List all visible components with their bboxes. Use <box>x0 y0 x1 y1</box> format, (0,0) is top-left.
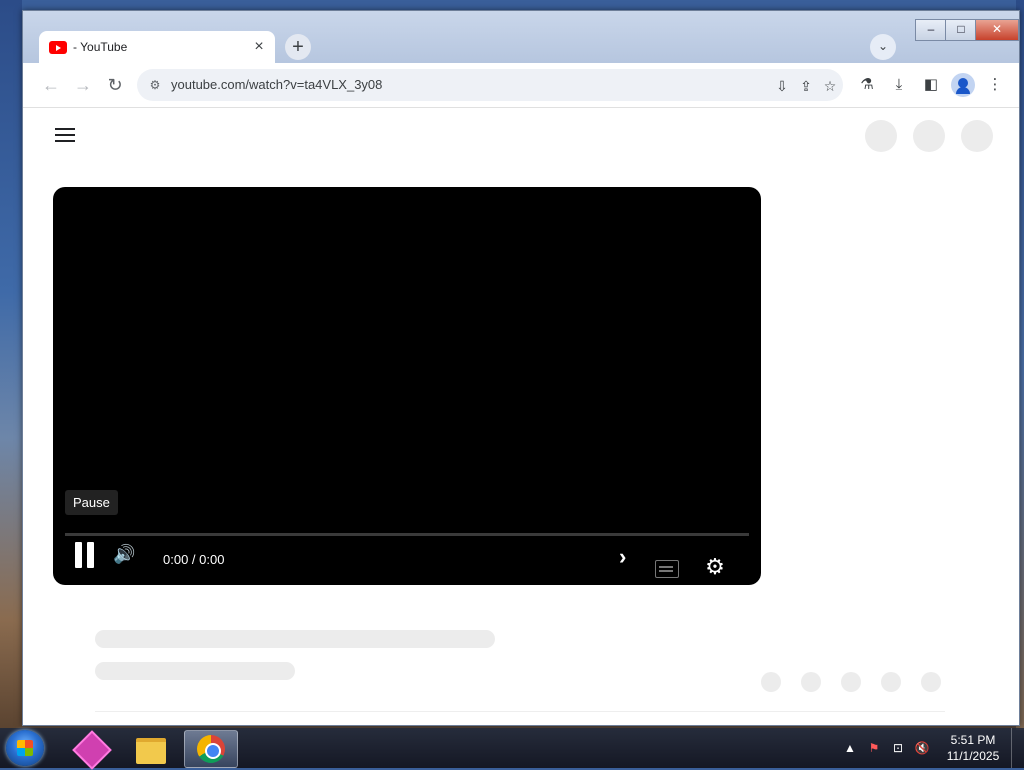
next-chevron-icon[interactable]: › <box>619 545 639 569</box>
tab-search-button[interactable]: ⌄ <box>870 34 896 60</box>
network-icon[interactable]: ⊡ <box>890 740 906 756</box>
action-center-flag-icon[interactable]: ⚑ <box>866 740 882 756</box>
maximize-button[interactable]: □ <box>945 19 977 41</box>
header-placeholder-circle <box>961 120 993 152</box>
desktop-background-left <box>0 0 22 730</box>
taskbar-app-cube[interactable] <box>64 730 116 770</box>
labs-icon[interactable]: ⚗ <box>857 75 877 95</box>
downloads-icon[interactable]: ⤓ <box>889 75 909 95</box>
taskbar-file-explorer[interactable] <box>124 730 176 766</box>
video-player[interactable]: Pause 🔊 0:00 / 0:00 › ⚙ <box>53 187 761 585</box>
chrome-icon <box>197 735 225 763</box>
progress-bar[interactable] <box>65 533 749 536</box>
browser-toolbar: ← → ↻ ⚙ youtube.com/watch?v=ta4VLX_3y08 … <box>23 63 1019 108</box>
start-button[interactable] <box>6 730 44 766</box>
address-bar[interactable]: ⚙ youtube.com/watch?v=ta4VLX_3y08 ⇩ ⇪ ☆ <box>137 69 843 101</box>
site-info-icon[interactable]: ⚙ <box>147 77 163 93</box>
volume-icon[interactable]: 🔊 <box>113 543 137 565</box>
tab-close-icon[interactable]: × <box>251 38 267 56</box>
subtitles-icon[interactable] <box>655 560 679 578</box>
channel-placeholder-bar <box>95 662 295 680</box>
share-icon[interactable]: ⇪ <box>797 77 815 95</box>
action-placeholder-dot <box>801 672 821 692</box>
new-tab-button[interactable]: + <box>285 34 311 60</box>
close-window-button[interactable]: ✕ <box>975 19 1019 41</box>
cube-app-icon <box>72 730 112 770</box>
settings-gear-icon[interactable]: ⚙ <box>703 555 727 579</box>
action-placeholder-dot <box>881 672 901 692</box>
install-app-icon[interactable]: ⇩ <box>773 77 791 95</box>
title-bar: - YouTube × + ⌄ – □ ✕ <box>23 11 1019 65</box>
taskbar: ▲ ⚑ ⊡ 🔇 5:51 PM 11/1/2025 <box>0 728 1024 770</box>
action-placeholder-dot <box>761 672 781 692</box>
tab-youtube[interactable]: - YouTube × <box>39 31 275 65</box>
action-placeholder-dot <box>921 672 941 692</box>
hamburger-menu-icon[interactable] <box>55 128 75 142</box>
youtube-page: Pause 🔊 0:00 / 0:00 › ⚙ <box>23 108 1019 725</box>
browser-window: - YouTube × + ⌄ – □ ✕ ← → ↻ ⚙ youtube.co… <box>22 10 1020 726</box>
title-placeholder-bar <box>95 630 495 648</box>
browser-menu-icon[interactable]: ⋮ <box>985 75 1005 95</box>
header-placeholder-circle <box>913 120 945 152</box>
action-placeholder-dot <box>841 672 861 692</box>
forward-button[interactable]: → <box>71 73 95 97</box>
volume-muted-icon[interactable]: 🔇 <box>914 740 930 756</box>
clock-time: 5:51 PM <box>950 733 996 747</box>
clock-date: 11/1/2025 <box>946 749 1000 763</box>
tab-title: - YouTube <box>73 40 128 54</box>
reload-button[interactable]: ↻ <box>103 73 127 97</box>
bookmark-star-icon[interactable]: ☆ <box>821 77 839 95</box>
pause-tooltip: Pause <box>65 490 118 515</box>
profile-avatar-icon[interactable] <box>951 73 975 97</box>
side-panel-icon[interactable]: ◧ <box>921 75 941 95</box>
system-clock[interactable]: 5:51 PM 11/1/2025 <box>940 732 1006 764</box>
time-display: 0:00 / 0:00 <box>163 552 225 567</box>
header-placeholder-circle <box>865 120 897 152</box>
minimize-button[interactable]: – <box>915 19 947 41</box>
pause-button[interactable] <box>73 542 97 568</box>
content-divider <box>95 711 945 712</box>
taskbar-chrome[interactable] <box>184 730 238 768</box>
url-text[interactable]: youtube.com/watch?v=ta4VLX_3y08 <box>171 77 382 92</box>
show-hidden-icons-arrow-icon[interactable]: ▲ <box>842 740 858 756</box>
show-desktop-button[interactable] <box>1011 728 1024 768</box>
folder-icon <box>136 738 166 764</box>
youtube-favicon-icon <box>49 41 67 54</box>
back-button[interactable]: ← <box>39 73 63 97</box>
